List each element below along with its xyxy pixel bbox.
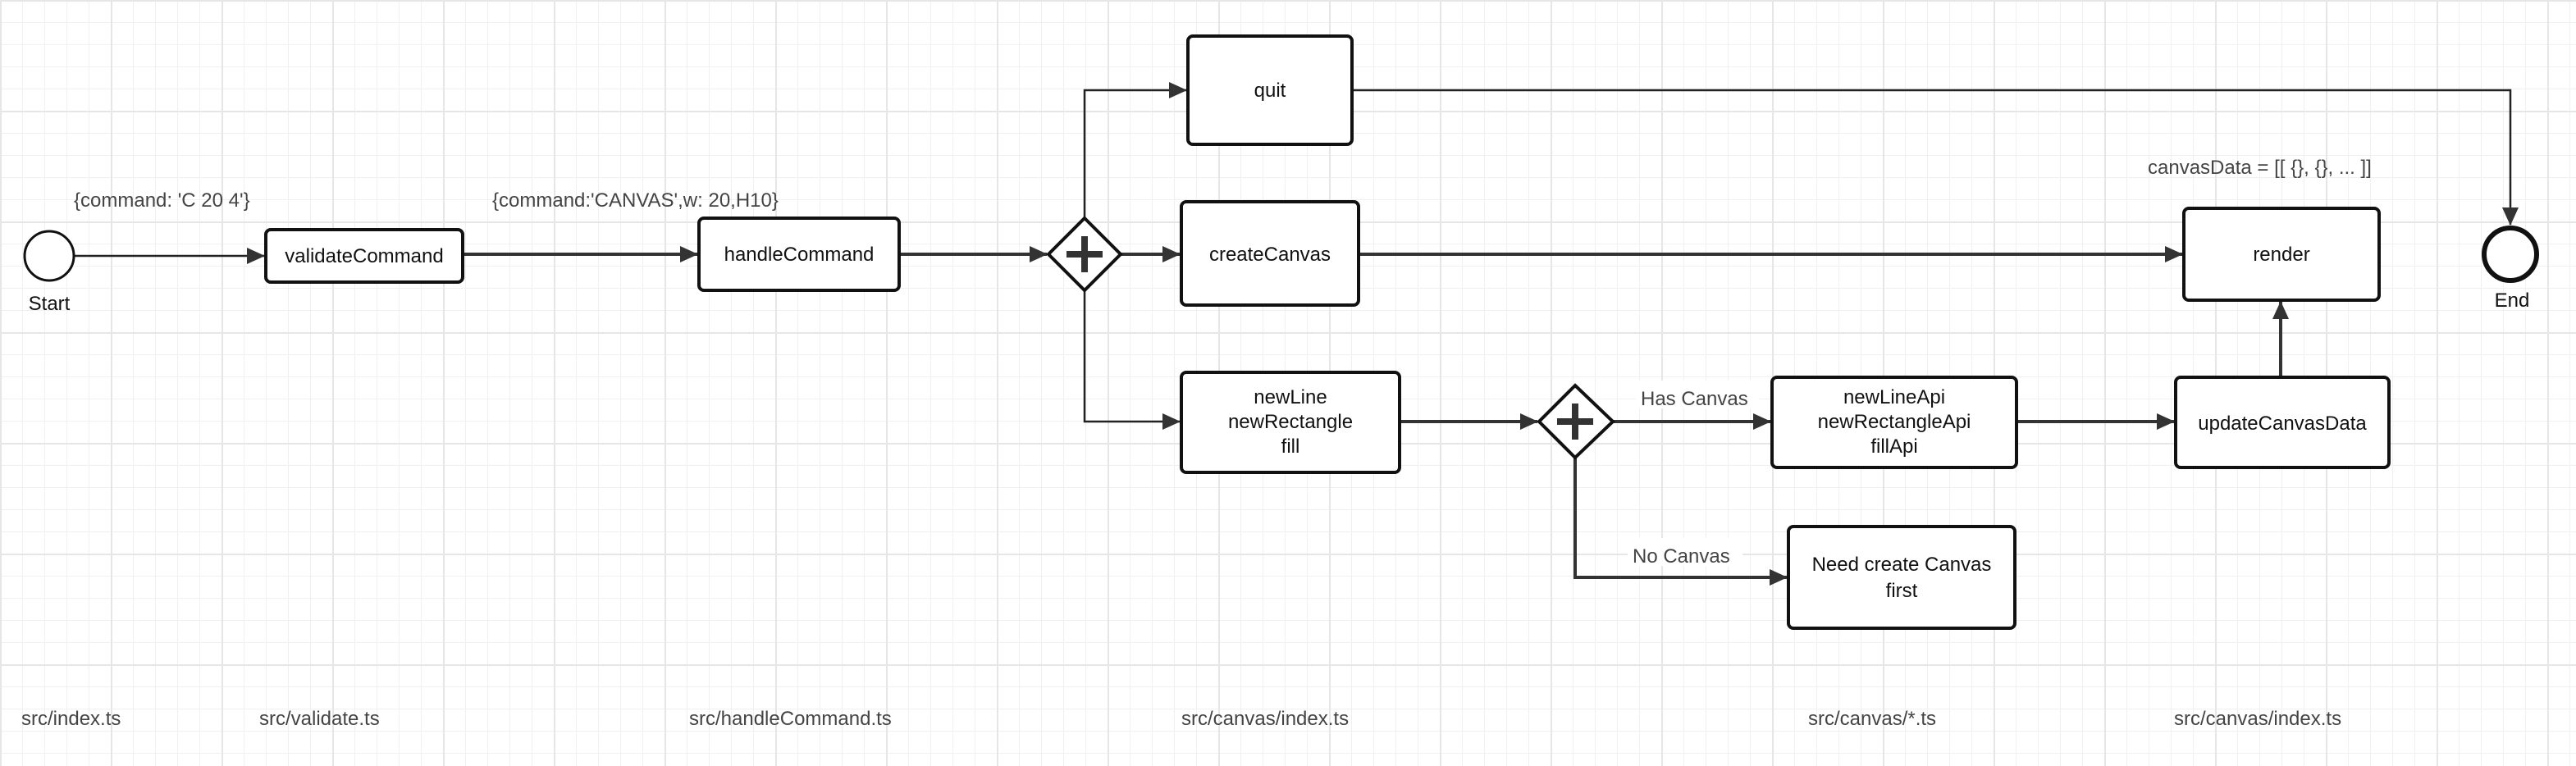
need-canvas-task[interactable]: Need create Canvas first [1787, 525, 2016, 630]
flow-diagram: Start End {command: 'C 20 4'} {command:'… [21, 34, 2539, 730]
has-canvas-label: Has Canvas [1641, 388, 1748, 410]
flow-gateway-draw [1083, 290, 1181, 430]
start-label: Start [29, 293, 71, 315]
validate-command-task[interactable]: validateCommand [264, 228, 464, 284]
task-label: updateCanvasData [2198, 413, 2367, 435]
parsed-annotation: {command:'CANVAS',w: 20,H10} [492, 189, 779, 212]
task-label: newLine [1254, 386, 1327, 408]
file-label: src/index.ts [21, 708, 121, 730]
flow-gateway-quit [1083, 82, 1187, 218]
task-label: newLineApi [1843, 386, 1945, 408]
file-label: src/handleCommand.ts [689, 708, 892, 730]
file-label: src/validate.ts [259, 708, 380, 730]
task-label: newRectangleApi [1818, 411, 1971, 433]
task-label: fillApi [1870, 435, 1917, 458]
task-label: first [1886, 580, 1918, 602]
canvas-check-gateway[interactable] [1537, 383, 1615, 460]
task-label: validateCommand [285, 245, 443, 267]
canvas-data-annotation: canvasData = [[ {}, {}, ... ]] [2148, 157, 2372, 179]
render-task[interactable]: render [2182, 207, 2381, 302]
task-label: createCanvas [1209, 244, 1331, 266]
create-canvas-task[interactable]: createCanvas [1180, 200, 1360, 307]
draw-commands-task[interactable]: newLine newRectangle fill [1180, 371, 1401, 474]
update-canvas-data-task[interactable]: updateCanvasData [2174, 376, 2391, 469]
no-canvas-label: No Canvas [1633, 545, 1730, 568]
task-label: newRectangle [1228, 411, 1353, 433]
task-label: Need create Canvas [1812, 554, 1992, 576]
draw-apis-task[interactable]: newLineApi newRectangleApi fillApi [1770, 376, 2018, 469]
file-label: src/canvas/index.ts [2174, 708, 2341, 730]
end-event[interactable] [2482, 226, 2539, 283]
task-label: handleCommand [724, 244, 875, 266]
diagram-canvas: Start End {command: 'C 20 4'} {command:'… [0, 0, 2576, 766]
input-annotation: {command: 'C 20 4'} [74, 189, 250, 212]
task-label: render [2253, 244, 2309, 266]
file-label: src/canvas/*.ts [1808, 708, 1936, 730]
start-event[interactable] [23, 230, 75, 282]
task-label: fill [1281, 435, 1300, 458]
parallel-gateway[interactable] [1046, 216, 1123, 293]
task-label: quit [1254, 80, 1286, 102]
quit-task[interactable]: quit [1186, 34, 1354, 146]
file-label: src/canvas/index.ts [1181, 708, 1349, 730]
end-label: End [2495, 290, 2530, 312]
handle-command-task[interactable]: handleCommand [697, 217, 901, 292]
